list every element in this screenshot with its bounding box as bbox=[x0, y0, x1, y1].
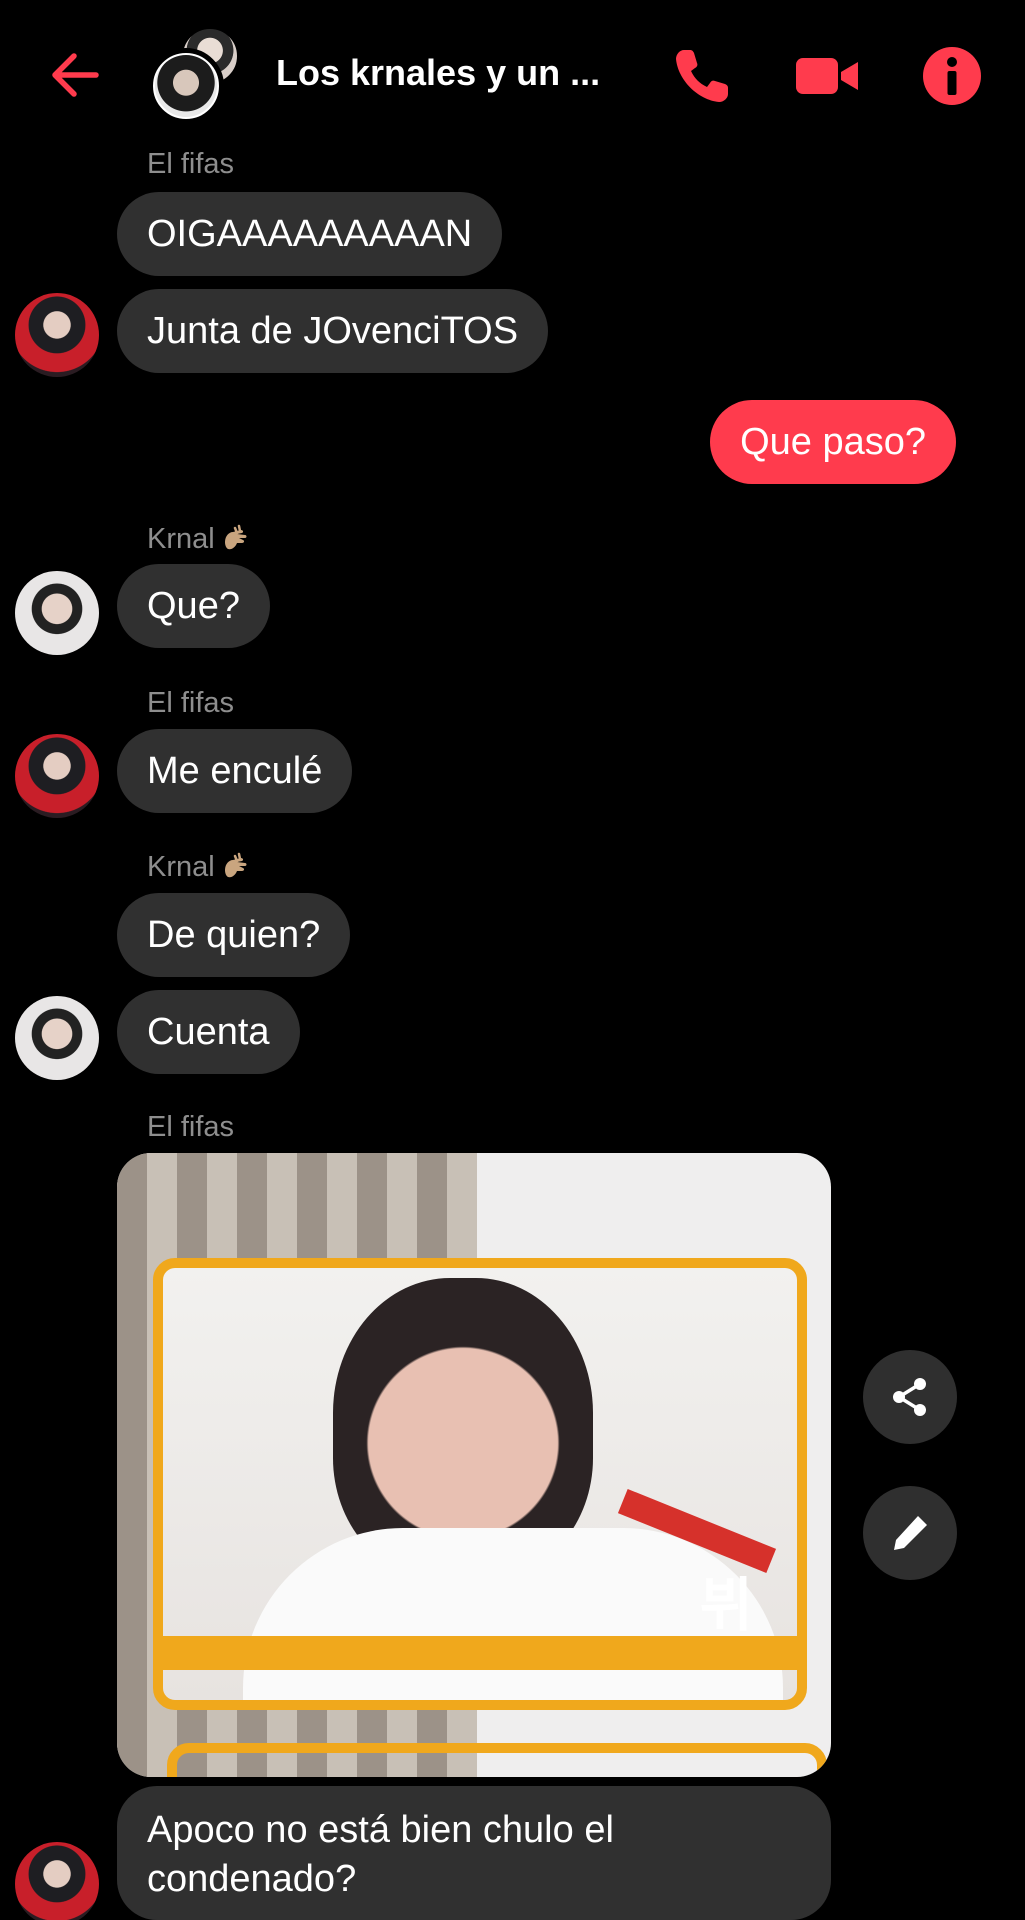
message-bubble[interactable]: OIGAAAAAAAAAN bbox=[117, 192, 503, 276]
image-frame: 뷔 bbox=[153, 1258, 807, 1710]
sender-name-text: Krnal bbox=[147, 850, 215, 883]
hand-emoji-icon bbox=[224, 524, 247, 550]
my-message-bubble[interactable]: Que paso? bbox=[710, 400, 956, 484]
sender-name: El fifas bbox=[147, 148, 234, 181]
message-bubble[interactable]: Me enculé bbox=[117, 729, 353, 813]
sender-name-text: El fifas bbox=[147, 1111, 235, 1143]
avatar[interactable] bbox=[15, 734, 99, 818]
avatar[interactable] bbox=[15, 1842, 99, 1920]
sender-name-text: El fifas bbox=[147, 687, 235, 719]
sender-name-text: El fifas bbox=[147, 148, 235, 180]
hand-emoji-icon bbox=[224, 852, 247, 878]
image-message[interactable]: 뷔 bbox=[117, 1153, 831, 1777]
message-bubble[interactable]: Junta de JOvenciTOS bbox=[117, 289, 549, 373]
back-button[interactable] bbox=[46, 44, 108, 106]
info-icon bbox=[923, 47, 981, 105]
sender-name-text: Krnal bbox=[147, 522, 215, 555]
share-icon bbox=[893, 1378, 926, 1416]
edit-button[interactable] bbox=[863, 1486, 957, 1580]
chat-header: Los krnales y un ... bbox=[0, 0, 1025, 145]
image-frame-lower bbox=[167, 1743, 827, 1777]
avatar[interactable] bbox=[15, 996, 99, 1080]
member-avatar bbox=[148, 48, 224, 124]
chat-title[interactable]: Los krnales y un ... bbox=[276, 52, 600, 94]
sender-name: Krnal bbox=[147, 850, 253, 884]
sender-name: El fifas bbox=[147, 1111, 234, 1144]
avatar[interactable] bbox=[15, 571, 99, 655]
group-avatar[interactable] bbox=[148, 24, 248, 124]
message-bubble[interactable]: Cuenta bbox=[117, 990, 300, 1074]
avatar[interactable] bbox=[15, 293, 99, 377]
arrow-left-icon bbox=[52, 53, 99, 97]
image-caption: 뷔 bbox=[699, 1571, 753, 1639]
message-bubble[interactable]: Que? bbox=[117, 564, 270, 648]
sender-name: El fifas bbox=[147, 687, 234, 720]
info-button[interactable] bbox=[920, 44, 984, 108]
message-bubble[interactable]: De quien? bbox=[117, 893, 351, 977]
sender-name: Krnal bbox=[147, 522, 253, 556]
message-bubble[interactable]: Apoco no está bien chulo el condenado? bbox=[117, 1786, 831, 1920]
video-camera-icon bbox=[796, 58, 858, 94]
pencil-icon bbox=[894, 1516, 927, 1550]
voice-call-button[interactable] bbox=[670, 44, 734, 108]
phone-icon bbox=[676, 50, 728, 102]
video-call-button[interactable] bbox=[795, 44, 859, 108]
share-button[interactable] bbox=[863, 1350, 957, 1444]
